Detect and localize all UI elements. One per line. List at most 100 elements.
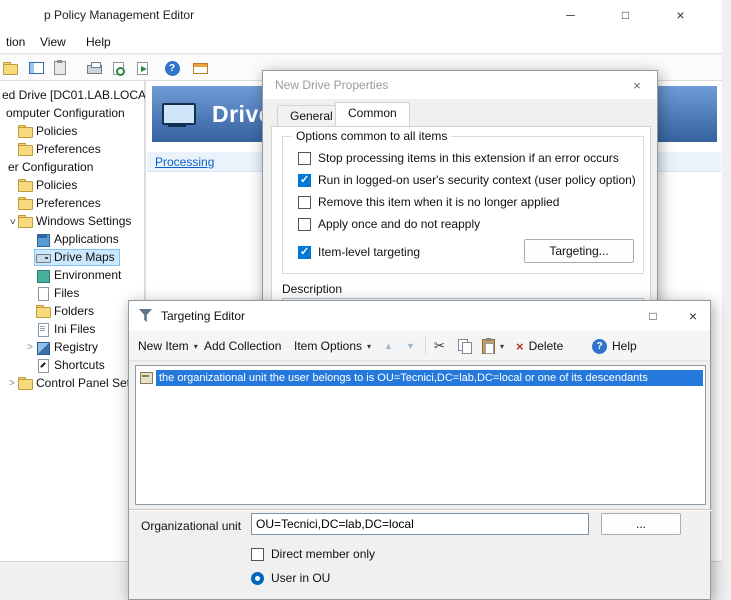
option-apply-once[interactable]: Apply once and do not reapply [298, 217, 480, 231]
delete-x-icon: × [516, 339, 524, 354]
tree-item-user-configuration[interactable]: er Configuration [0, 158, 145, 176]
delete-button[interactable]: ×Delete [511, 335, 568, 357]
table-icon[interactable] [190, 58, 210, 78]
cut-button[interactable]: ✂ [429, 335, 450, 357]
targeting-button[interactable]: Targeting... [524, 239, 634, 263]
tree-item-root[interactable]: ed Drive [DC01.LAB.LOCA [0, 86, 145, 104]
preview-doc-icon [113, 62, 124, 75]
maximize-button[interactable]: □ [603, 0, 648, 30]
organizational-unit-label: Organizational unit [141, 519, 241, 533]
caret-down-icon: ▾ [367, 342, 371, 351]
close-icon: × [676, 7, 684, 23]
targeting-rule-list[interactable]: the organizational unit the user belongs… [135, 365, 706, 505]
direct-member-option[interactable]: Direct member only [251, 547, 375, 561]
preview-icon[interactable] [108, 58, 128, 78]
tree-item-label: Environment [54, 268, 121, 282]
tree-item-preferences-user[interactable]: Preferences [0, 194, 145, 212]
main-titlebar: p Policy Management Editor ─ □ × [0, 0, 722, 30]
checkbox[interactable] [251, 548, 264, 561]
close-icon: × [633, 78, 641, 93]
option-run-in-user-context[interactable]: Run in logged-on user's security context… [298, 173, 636, 187]
chevron-collapsed-icon[interactable]: > [24, 342, 36, 353]
tree-selection-highlight: Drive Maps [34, 249, 120, 266]
folder-icon [18, 143, 32, 156]
tree-item-preferences-computer[interactable]: Preferences [0, 140, 145, 158]
clipboard-icon[interactable] [50, 58, 70, 78]
tree-item-label: Policies [36, 178, 77, 192]
move-down-button[interactable]: ▼ [401, 335, 420, 357]
toolbar-separator [425, 337, 426, 355]
tree-item-shortcuts[interactable]: Shortcuts [0, 356, 145, 374]
tree-item-folders[interactable]: Folders [0, 302, 145, 320]
description-label: Description [282, 282, 342, 296]
maximize-button[interactable]: □ [632, 301, 674, 331]
tree-item-files[interactable]: Files [0, 284, 145, 302]
item-options-button[interactable]: Item Options▾ [289, 335, 376, 357]
checkbox[interactable] [298, 218, 311, 231]
move-up-button[interactable]: ▲ [379, 335, 398, 357]
help-button[interactable]: ?Help [587, 335, 642, 357]
clip-icon [54, 61, 66, 75]
tree-item-label: er Configuration [8, 160, 93, 174]
targeting-rule-row[interactable]: the organizational unit the user belongs… [138, 369, 703, 386]
checkbox[interactable] [298, 246, 311, 259]
direct-member-label: Direct member only [271, 547, 375, 561]
option-remove-when-not-applied[interactable]: Remove this item when it is no longer ap… [298, 195, 559, 209]
export-doc-icon [137, 62, 148, 75]
tree-item-applications[interactable]: Applications [0, 230, 145, 248]
user-in-ou-option[interactable]: User in OU [251, 571, 330, 585]
new-item-label: New Item [138, 339, 189, 353]
minimize-button[interactable]: ─ [548, 0, 593, 30]
folder-icon [18, 215, 32, 228]
export-icon[interactable] [132, 58, 152, 78]
tree-item-label: Registry [54, 340, 98, 354]
tree-item-registry[interactable]: > Registry [0, 338, 145, 356]
add-collection-button[interactable]: Add Collection [199, 335, 286, 357]
console-tree-icon[interactable] [26, 58, 46, 78]
checkbox[interactable] [298, 174, 311, 187]
ou-item-icon [140, 371, 153, 384]
radio-button[interactable] [251, 572, 264, 585]
chevron-expanded-icon[interactable]: > [7, 215, 18, 227]
chevron-collapsed-icon[interactable]: > [6, 378, 18, 389]
folder-icon [18, 377, 32, 390]
copy-button[interactable] [453, 335, 478, 357]
printer-icon[interactable] [84, 58, 104, 78]
close-button[interactable]: × [674, 301, 712, 331]
applications-icon [36, 233, 50, 246]
help-icon[interactable]: ? [162, 58, 182, 78]
tree-item-windows-settings[interactable]: >Windows Settings [0, 212, 145, 230]
option-item-level-targeting[interactable]: Item-level targeting [298, 245, 420, 259]
ini-files-icon [36, 323, 50, 336]
tree-item-policies-user[interactable]: Policies [0, 176, 145, 194]
tree-item-policies-computer[interactable]: Policies [0, 122, 145, 140]
folder-icon [18, 179, 32, 192]
help-question-icon: ? [592, 339, 607, 354]
close-button[interactable]: × [658, 0, 703, 30]
processing-link[interactable]: Processing [155, 155, 214, 169]
menu-help[interactable]: Help [80, 33, 117, 51]
menu-view[interactable]: View [34, 33, 72, 51]
nav-folder-icon[interactable] [2, 58, 22, 78]
tree-item-control-panel-settings[interactable]: >Control Panel Sett [0, 374, 145, 392]
tree-item-drive-maps[interactable]: Drive Maps [0, 248, 145, 266]
option-stop-processing[interactable]: Stop processing items in this extension … [298, 151, 619, 165]
menu-action[interactable]: tion [0, 33, 31, 51]
dialog-title: Targeting Editor [161, 309, 245, 323]
browse-button[interactable]: ... [601, 513, 681, 535]
print-icon [87, 65, 102, 74]
org-unit-input[interactable] [251, 513, 589, 535]
funnel-icon [139, 309, 152, 322]
tree-item-computer-configuration[interactable]: omputer Configuration [0, 104, 145, 122]
checkbox[interactable] [298, 152, 311, 165]
checkbox[interactable] [298, 196, 311, 209]
close-button[interactable]: × [617, 71, 657, 99]
paste-button[interactable]: ▾ [477, 335, 509, 357]
tree-item-environment[interactable]: Environment [0, 266, 145, 284]
tree-item-ini-files[interactable]: Ini Files [0, 320, 145, 338]
new-item-button[interactable]: New Item▾ [133, 335, 203, 357]
close-icon: × [689, 308, 697, 324]
tab-common[interactable]: Common [335, 102, 410, 126]
drive-maps-banner-icon [162, 101, 200, 127]
help-question-icon: ? [165, 61, 180, 76]
